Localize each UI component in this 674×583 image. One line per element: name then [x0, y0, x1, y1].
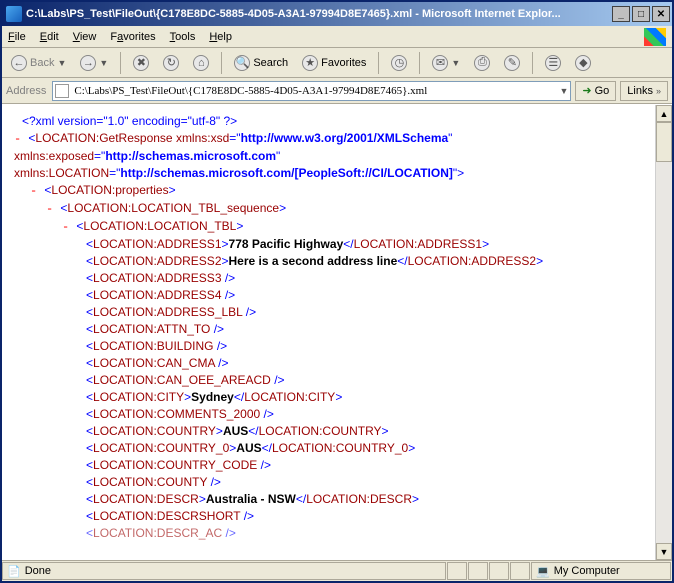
separator [378, 52, 379, 74]
links-button[interactable]: Links » [620, 81, 668, 101]
toggle-icon[interactable]: - [14, 132, 28, 146]
refresh-button[interactable]: ↻ [158, 52, 184, 74]
zone-text: My Computer [554, 565, 620, 577]
status-pane [447, 562, 467, 580]
xml-declaration: <?xml version="1.0" encoding="utf-8" ?> [22, 114, 237, 128]
address-bar: Address ▼ ➜ Go Links » [2, 78, 672, 104]
separator [221, 52, 222, 74]
separator [419, 52, 420, 74]
search-icon: 🔍 [234, 55, 250, 71]
go-button[interactable]: ➜ Go [575, 81, 616, 101]
windows-flag-icon [644, 28, 666, 46]
titlebar: C:\Labs\PS_Test\FileOut\{C178E8DC-5885-4… [2, 2, 672, 26]
chevron-right-icon: » [656, 86, 661, 96]
window-controls: _ □ ✕ [612, 6, 670, 22]
toggle-icon[interactable]: - [62, 220, 76, 234]
address-label: Address [6, 85, 46, 97]
links-label: Links [627, 85, 653, 97]
print-button[interactable]: ⎙ [469, 52, 495, 74]
stop-icon: ✖ [133, 55, 149, 71]
mail-icon: ✉ [432, 55, 448, 71]
ie-icon [6, 6, 22, 22]
forward-button[interactable]: → ▼ [75, 52, 113, 74]
toggle-icon[interactable]: - [30, 184, 44, 198]
history-icon: ◷ [391, 55, 407, 71]
print-icon: ⎙ [474, 55, 490, 71]
zone-pane: 💻 My Computer [531, 562, 671, 580]
scroll-down-button[interactable]: ▼ [656, 543, 672, 560]
page-icon [55, 84, 69, 98]
go-arrow-icon: ➜ [582, 84, 591, 97]
city-value: Sydney [191, 390, 234, 404]
computer-icon: 💻 [536, 565, 550, 578]
chevron-down-icon[interactable]: ▼ [559, 86, 568, 96]
address-input[interactable] [72, 84, 559, 98]
menu-favorites[interactable]: Favorites [110, 31, 155, 43]
country-value: AUS [223, 424, 248, 438]
status-pane [468, 562, 488, 580]
back-button[interactable]: ← Back ▼ [6, 52, 71, 74]
discuss-icon: ☰ [545, 55, 561, 71]
address2-value: Here is a second address line [229, 254, 398, 268]
content-area: <?xml version="1.0" encoding="utf-8" ?> … [2, 104, 672, 560]
favorites-button[interactable]: ★ Favorites [297, 52, 371, 74]
stop-button[interactable]: ✖ [128, 52, 154, 74]
separator [532, 52, 533, 74]
messenger-icon: ◆ [575, 55, 591, 71]
go-label: Go [595, 85, 610, 97]
discuss-button[interactable]: ☰ [540, 52, 566, 74]
search-label: Search [253, 57, 288, 69]
address1-value: 778 Pacific Highway [229, 237, 344, 251]
maximize-button[interactable]: □ [632, 6, 650, 22]
status-text-pane: 📄 Done [2, 562, 446, 580]
scroll-thumb[interactable] [656, 122, 672, 162]
favorites-label: Favorites [321, 57, 366, 69]
star-icon: ★ [302, 55, 318, 71]
history-button[interactable]: ◷ [386, 52, 412, 74]
menu-view[interactable]: View [73, 31, 97, 43]
vertical-scrollbar[interactable]: ▲ ▼ [655, 105, 672, 560]
status-pane [510, 562, 530, 580]
refresh-icon: ↻ [163, 55, 179, 71]
descr-value: Australia - NSW [206, 492, 296, 506]
xml-viewer: <?xml version="1.0" encoding="utf-8" ?> … [2, 105, 655, 560]
forward-arrow-icon: → [80, 55, 96, 71]
menu-edit[interactable]: Edit [40, 31, 59, 43]
back-arrow-icon: ← [11, 55, 27, 71]
chevron-down-icon: ▼ [451, 58, 460, 68]
status-text: Done [25, 565, 51, 577]
edit-button[interactable]: ✎ [499, 52, 525, 74]
menu-tools[interactable]: Tools [170, 31, 196, 43]
status-pane [489, 562, 509, 580]
xml-root: LOCATION:GetResponse [35, 131, 172, 145]
search-button[interactable]: 🔍 Search [229, 52, 293, 74]
chevron-down-icon: ▼ [99, 58, 108, 68]
messenger-button[interactable]: ◆ [570, 52, 596, 74]
country0-value: AUS [236, 441, 261, 455]
scroll-up-button[interactable]: ▲ [656, 105, 672, 122]
separator [120, 52, 121, 74]
close-button[interactable]: ✕ [652, 6, 670, 22]
toggle-icon[interactable]: - [46, 202, 60, 216]
home-icon: ⌂ [193, 55, 209, 71]
toolbar: ← Back ▼ → ▼ ✖ ↻ ⌂ 🔍 Search ★ Favorites … [2, 48, 672, 78]
chevron-down-icon: ▼ [57, 58, 66, 68]
mail-button[interactable]: ✉▼ [427, 52, 465, 74]
edit-icon: ✎ [504, 55, 520, 71]
address-field-wrap[interactable]: ▼ [52, 81, 571, 101]
menubar: File Edit View Favorites Tools Help [2, 26, 672, 48]
window-title: C:\Labs\PS_Test\FileOut\{C178E8DC-5885-4… [26, 8, 612, 20]
menu-help[interactable]: Help [209, 31, 232, 43]
scroll-track[interactable] [656, 162, 672, 543]
page-icon: 📄 [7, 565, 21, 578]
back-label: Back [30, 57, 54, 69]
home-button[interactable]: ⌂ [188, 52, 214, 74]
minimize-button[interactable]: _ [612, 6, 630, 22]
statusbar: 📄 Done 💻 My Computer [2, 560, 672, 581]
menu-file[interactable]: File [8, 31, 26, 43]
